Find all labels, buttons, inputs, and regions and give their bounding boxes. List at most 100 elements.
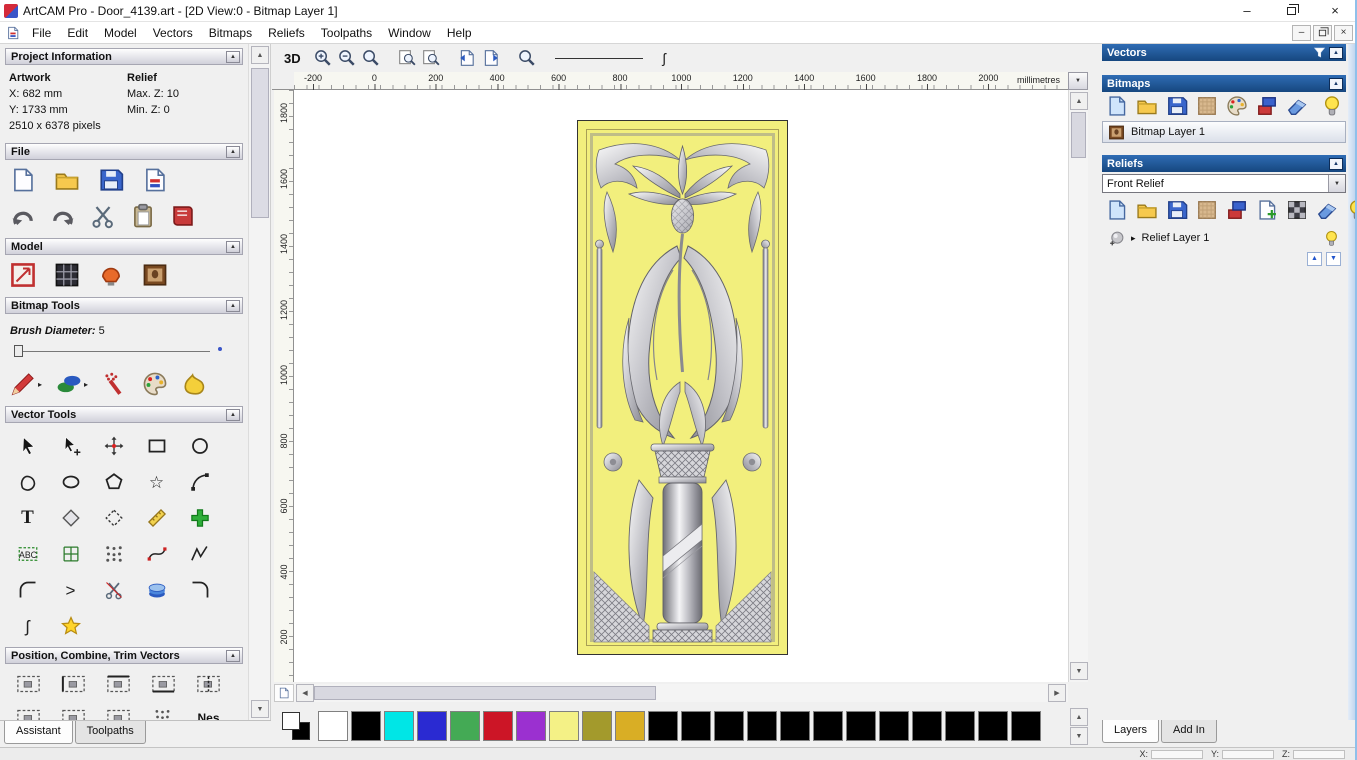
measure-distance-icon[interactable] — [141, 706, 186, 720]
create-arc-icon[interactable] — [178, 465, 221, 499]
collapse-file-button[interactable]: ▲ — [226, 145, 240, 158]
collapse-bitmaps-button[interactable]: ▲ — [1329, 77, 1343, 90]
brush-diameter-slider[interactable] — [14, 344, 222, 358]
mdi-minimize-button[interactable]: – — [1292, 24, 1311, 41]
vector-tools-header[interactable]: Vector Tools ▲ — [5, 406, 243, 423]
new-model-icon[interactable] — [10, 167, 36, 193]
minimize-button[interactable]: – — [1225, 0, 1269, 22]
open-bitmap-icon[interactable] — [1136, 95, 1158, 117]
redo-icon[interactable] — [50, 203, 76, 229]
palette-swatch-20[interactable] — [978, 711, 1008, 741]
block-copy-rotate-icon[interactable] — [178, 501, 221, 535]
envelope-distort-icon[interactable] — [49, 537, 92, 571]
collapse-vectors-button[interactable]: ▲ — [1329, 46, 1343, 59]
texture-bitmap-icon[interactable] — [1196, 95, 1218, 117]
menu-vectors[interactable]: Vectors — [145, 26, 201, 40]
palette-swatch-17[interactable] — [879, 711, 909, 741]
assistant-scroll-up-button[interactable]: ▲ — [251, 46, 269, 64]
create-text-icon[interactable]: T — [6, 501, 49, 535]
create-polygon-icon[interactable] — [92, 465, 135, 499]
collapse-bitmap-tools-button[interactable]: ▲ — [226, 299, 240, 312]
palette-swatch-5[interactable] — [483, 711, 513, 741]
collapse-project-info-button[interactable]: ▲ — [226, 50, 240, 63]
canvas-scroll-left-button[interactable]: ◀ — [296, 684, 314, 702]
restore-button[interactable] — [1269, 0, 1313, 22]
align-center-icon[interactable] — [186, 672, 231, 696]
canvas-v-scrollbar[interactable]: ▲ ▼ — [1068, 90, 1088, 682]
slider-flyout-dot[interactable] — [218, 347, 222, 351]
paint-flyout-icon[interactable]: ▸ — [84, 380, 88, 389]
palette-swatch-10[interactable] — [648, 711, 678, 741]
snap-page-left-icon[interactable] — [455, 46, 479, 70]
node-editing-icon[interactable] — [49, 429, 92, 463]
interactive-distortion-icon[interactable] — [135, 573, 178, 607]
palette-swatch-21[interactable] — [1011, 711, 1041, 741]
relief-layer-row[interactable]: ▸ Relief Layer 1 — [1102, 227, 1346, 249]
save-relief-icon[interactable] — [1166, 199, 1188, 221]
palette-scroll-up-button[interactable]: ▲ — [1070, 708, 1088, 726]
ruler-units-dropdown-button[interactable]: ▼ — [1068, 72, 1088, 90]
bitmaps-section-header[interactable]: Bitmaps ▲ — [1102, 75, 1346, 92]
group-vectors-icon[interactable] — [96, 706, 141, 720]
canvas-scroll-down-button[interactable]: ▼ — [1070, 662, 1088, 680]
measure-icon[interactable] — [135, 501, 178, 535]
paint-selected-colour-icon[interactable] — [56, 371, 82, 397]
close-button[interactable]: × — [1313, 0, 1357, 22]
align-bottom-icon[interactable] — [141, 672, 186, 696]
create-polyline-icon[interactable] — [6, 465, 49, 499]
save-model-icon[interactable] — [98, 167, 124, 193]
airbrush-icon[interactable] — [102, 371, 128, 397]
collapse-position-button[interactable]: ▲ — [226, 649, 240, 662]
relief-selector-arrow-icon[interactable]: ▼ — [1328, 175, 1345, 192]
project-information-header[interactable]: Project Information ▲ — [5, 48, 243, 65]
canvas-page-button[interactable] — [274, 684, 294, 702]
colour-palette-icon[interactable] — [142, 371, 168, 397]
offset-vector-icon[interactable] — [49, 501, 92, 535]
load-picture-icon[interactable] — [142, 262, 168, 288]
palette-swatch-15[interactable] — [813, 711, 843, 741]
menu-bitmaps[interactable]: Bitmaps — [201, 26, 260, 40]
primary-colour[interactable] — [282, 712, 300, 730]
mdi-close-button[interactable]: × — [1334, 24, 1353, 41]
delete-relief-icon[interactable] — [1316, 199, 1338, 221]
filter-funnel-icon[interactable] — [1313, 46, 1326, 59]
model-section-header[interactable]: Model ▲ — [5, 238, 243, 255]
tab-layers[interactable]: Layers — [1102, 720, 1160, 743]
palette-swatch-4[interactable] — [450, 711, 480, 741]
palette-scroll-down-button[interactable]: ▼ — [1070, 727, 1088, 745]
center-in-page-icon[interactable] — [6, 672, 51, 696]
assistant-scroll-down-button[interactable]: ▼ — [251, 700, 269, 718]
menu-model[interactable]: Model — [96, 26, 145, 40]
flood-fill-icon[interactable] — [182, 371, 208, 397]
line-width-widget[interactable]: ʃ — [554, 50, 666, 66]
bitmap-tools-header[interactable]: Bitmap Tools ▲ — [5, 297, 243, 314]
paste-along-curve-icon[interactable] — [92, 537, 135, 571]
palette-swatch-2[interactable] — [384, 711, 414, 741]
transform-vectors-icon[interactable] — [92, 429, 135, 463]
create-star-icon[interactable]: ☆ — [135, 465, 178, 499]
zoom-objects-icon[interactable] — [419, 46, 443, 70]
paste-icon[interactable] — [130, 203, 156, 229]
section-profile-icon[interactable]: ʃ — [6, 609, 49, 643]
zoom-in-icon[interactable] — [311, 46, 335, 70]
canvas-scroll-right-button[interactable]: ▶ — [1048, 684, 1066, 702]
palette-swatch-11[interactable] — [681, 711, 711, 741]
tab-assistant[interactable]: Assistant — [4, 721, 73, 744]
view-3d-button[interactable]: 3D — [284, 51, 301, 66]
menu-window[interactable]: Window — [380, 26, 439, 40]
add-relief-layer-icon[interactable] — [1256, 199, 1278, 221]
bitmap-layer-row[interactable]: Bitmap Layer 1 — [1102, 121, 1346, 143]
palette-swatch-0[interactable] — [318, 711, 348, 741]
position-combine-header[interactable]: Position, Combine, Trim Vectors ▲ — [5, 647, 243, 664]
assistant-scrollbar[interactable]: ▲ ▼ — [248, 44, 271, 720]
bitmap-visibility-icon[interactable] — [1321, 95, 1343, 117]
move-layer-down-button[interactable]: ▼ — [1326, 252, 1341, 266]
close-vector-icon[interactable]: > — [49, 573, 92, 607]
texture-relief-icon[interactable] — [1196, 199, 1218, 221]
reliefs-section-header[interactable]: Reliefs ▲ — [1102, 155, 1346, 172]
palette-swatch-8[interactable] — [582, 711, 612, 741]
zoom-window-icon[interactable] — [395, 46, 419, 70]
zoom-out-icon[interactable] — [335, 46, 359, 70]
fit-arcs-icon[interactable] — [135, 537, 178, 571]
delete-bitmap-icon[interactable] — [1286, 95, 1308, 117]
